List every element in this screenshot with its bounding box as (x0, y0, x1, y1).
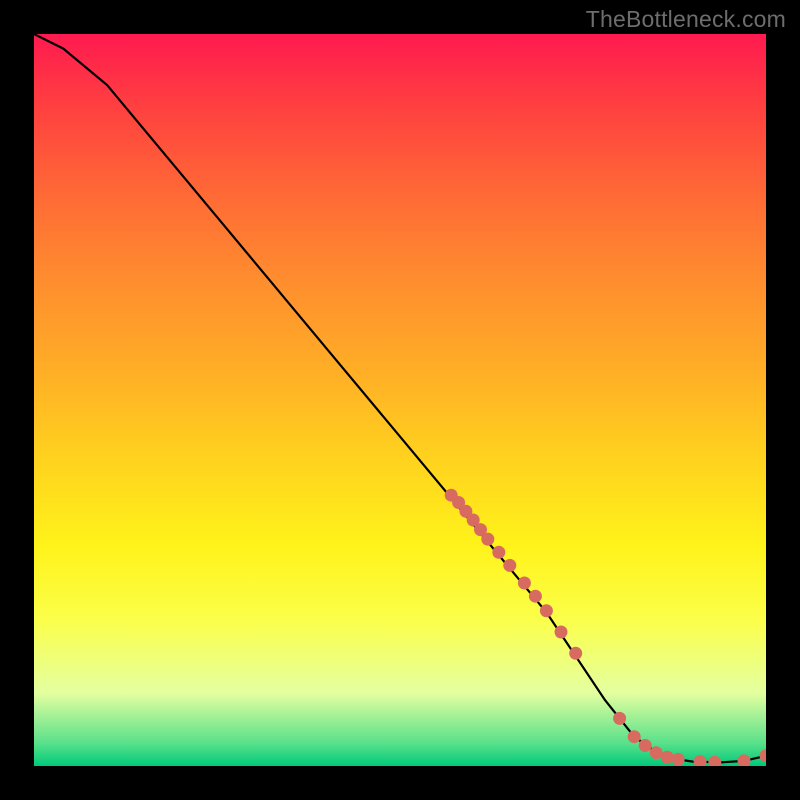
data-point (738, 754, 751, 766)
data-point (613, 712, 626, 725)
chart-container: TheBottleneck.com (0, 0, 800, 800)
highlighted-points (445, 489, 766, 766)
data-point (628, 730, 641, 743)
data-point (639, 739, 652, 752)
bottleneck-curve (34, 34, 766, 762)
curve-layer (34, 34, 766, 766)
data-point (760, 749, 767, 762)
data-point (672, 753, 685, 766)
data-point (518, 577, 531, 590)
data-point (708, 756, 721, 766)
data-point (694, 755, 707, 766)
data-point (540, 604, 553, 617)
data-point (661, 751, 674, 764)
plot-area (34, 34, 766, 766)
data-point (529, 590, 542, 603)
data-point (492, 546, 505, 559)
data-point (503, 559, 516, 572)
data-point (569, 647, 582, 660)
data-point (555, 626, 568, 639)
data-point (481, 533, 494, 546)
watermark-text: TheBottleneck.com (586, 6, 786, 33)
